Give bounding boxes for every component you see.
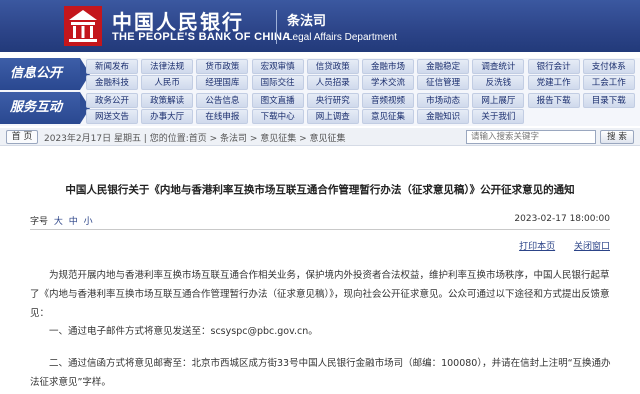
nav-section-info: 信息公开 新闻发布 法律法规 货币政策 宏观审慎 信贷政策 金融市场 金融稳定 调查统计 银行会…	[0, 58, 640, 92]
main-nav: 信息公开 新闻发布 法律法规 货币政策 宏观审慎 信贷政策 金融市场 金融稳定 调查统计 银行会…	[0, 58, 640, 126]
nav-item[interactable]: 党建工作	[527, 75, 580, 90]
nav-item[interactable]: 网上展厅	[472, 93, 525, 108]
article-paragraph: 为规范开展内地与香港利率互换市场互联互通合作相关业务，保护境内外投资者合法权益，…	[30, 270, 610, 319]
nav-item[interactable]: 金融知识	[417, 109, 470, 124]
nav-item[interactable]: 工会工作	[582, 75, 635, 90]
nav-item[interactable]: 宏观审慎	[251, 59, 304, 74]
bank-name-en: THE PEOPLE'S BANK OF CHINA	[112, 31, 291, 43]
nav-item[interactable]: 报告下载	[527, 93, 580, 108]
nav-item[interactable]: 调查统计	[472, 59, 525, 74]
breadcrumb: 2023年2月17日 星期五 | 您的位置:首页 > 条法司 > 意见征集 > …	[44, 134, 346, 144]
article-title: 中国人民银行关于《内地与香港利率互换市场互联互通合作管理暂行办法（征求意见稿）》…	[65, 184, 575, 196]
nav-item[interactable]: 在线申报	[196, 109, 249, 124]
nav-item[interactable]: 法律法规	[141, 59, 194, 74]
nav-row-2: 金融科技 人民币 经理国库 国际交往 人员招录 学术交流 征信管理 反洗钱 党建工作 工会工作	[86, 75, 640, 91]
nav-item[interactable]: 新闻发布	[86, 59, 138, 74]
nav-item[interactable]: 音频视频	[362, 93, 414, 108]
site-header: 中国人民银行 THE PEOPLE'S BANK OF CHINA 条法司 Le…	[0, 0, 640, 52]
search-input[interactable]	[466, 130, 596, 144]
nav-item[interactable]: 金融科技	[86, 75, 138, 90]
font-size-label: 字号	[30, 217, 49, 227]
nav-row-3: 政务公开 政策解读 公告信息 图文直播 央行研究 音频视频 市场动态 网上展厅 报告下载 目录下载	[86, 93, 640, 109]
nav-item[interactable]: 金融稳定	[417, 59, 470, 74]
nav-item[interactable]: 市场动态	[417, 93, 470, 108]
nav-item[interactable]: 办事大厅	[141, 109, 194, 124]
nav-item[interactable]: 经理国库	[196, 75, 249, 90]
nav-item[interactable]: 政务公开	[86, 93, 138, 108]
publish-date: 2023-02-17 18:00:00	[514, 214, 610, 224]
font-size-switcher: 字号 大 中 小	[30, 214, 93, 227]
breadcrumb-bar: 首 页 2023年2月17日 星期五 | 您的位置:首页 > 条法司 > 意见征…	[0, 128, 640, 146]
nav-item[interactable]: 目录下载	[582, 93, 635, 108]
nav-item[interactable]: 学术交流	[362, 75, 414, 90]
dept-name-cn: 条法司	[287, 14, 327, 29]
nav-item[interactable]: 人员招录	[306, 75, 359, 90]
close-window-link[interactable]: 关闭窗口	[574, 242, 610, 252]
nav-item[interactable]: 金融市场	[362, 59, 414, 74]
nav-item[interactable]: 反洗钱	[472, 75, 525, 90]
font-size-large[interactable]: 大	[54, 217, 63, 227]
nav-item[interactable]: 图文直播	[251, 93, 304, 108]
pboc-logo-icon	[64, 6, 102, 46]
dept-name-en: Legal Affairs Department	[287, 32, 397, 43]
nav-item[interactable]: 网送文告	[86, 109, 138, 124]
home-button[interactable]: 首 页	[6, 130, 38, 144]
article-paragraph: 一、通过电子邮件方式将意见发送至：scsyspc@pbc.gov.cn。	[49, 326, 318, 337]
header-divider	[276, 10, 277, 44]
nav-section-label-service: 服务互动	[0, 92, 90, 124]
nav-item[interactable]: 征信管理	[417, 75, 470, 90]
search-button[interactable]: 搜 索	[600, 130, 634, 144]
nav-item[interactable]: 意见征集	[362, 109, 414, 124]
nav-item[interactable]: 下载中心	[251, 109, 304, 124]
nav-item[interactable]: 人民币	[141, 75, 194, 90]
nav-item[interactable]: 支付体系	[582, 59, 635, 74]
nav-item[interactable]: 国际交往	[251, 75, 304, 90]
nav-item[interactable]: 公告信息	[196, 93, 249, 108]
nav-item[interactable]: 关于我们	[472, 109, 525, 124]
article-paragraph: 二、通过信函方式将意见邮寄至：北京市西城区成方街33号中国人民银行金融市场司（邮…	[30, 358, 611, 388]
nav-row-1: 新闻发布 法律法规 货币政策 宏观审慎 信贷政策 金融市场 金融稳定 调查统计 银行会计 支付体系	[86, 59, 640, 75]
nav-row-4: 网送文告 办事大厅 在线申报 下载中心 网上调查 意见征集 金融知识 关于我们	[86, 109, 640, 125]
nav-item[interactable]: 货币政策	[196, 59, 249, 74]
title-divider	[30, 229, 610, 230]
nav-section-service: 服务互动 政务公开 政策解读 公告信息 图文直播 央行研究 音频视频 市场动态 网上展厅 报告下…	[0, 92, 640, 126]
font-size-medium[interactable]: 中	[69, 217, 78, 227]
font-size-small[interactable]: 小	[84, 217, 93, 227]
nav-item[interactable]: 央行研究	[306, 93, 359, 108]
nav-item[interactable]: 网上调查	[306, 109, 359, 124]
nav-item[interactable]: 信贷政策	[306, 59, 359, 74]
nav-item[interactable]: 政策解读	[141, 93, 194, 108]
print-link[interactable]: 打印本页	[519, 242, 555, 252]
article-actions: 打印本页 关闭窗口	[503, 239, 610, 252]
nav-item[interactable]: 银行会计	[527, 59, 580, 74]
nav-section-label-info: 信息公开	[0, 58, 90, 90]
